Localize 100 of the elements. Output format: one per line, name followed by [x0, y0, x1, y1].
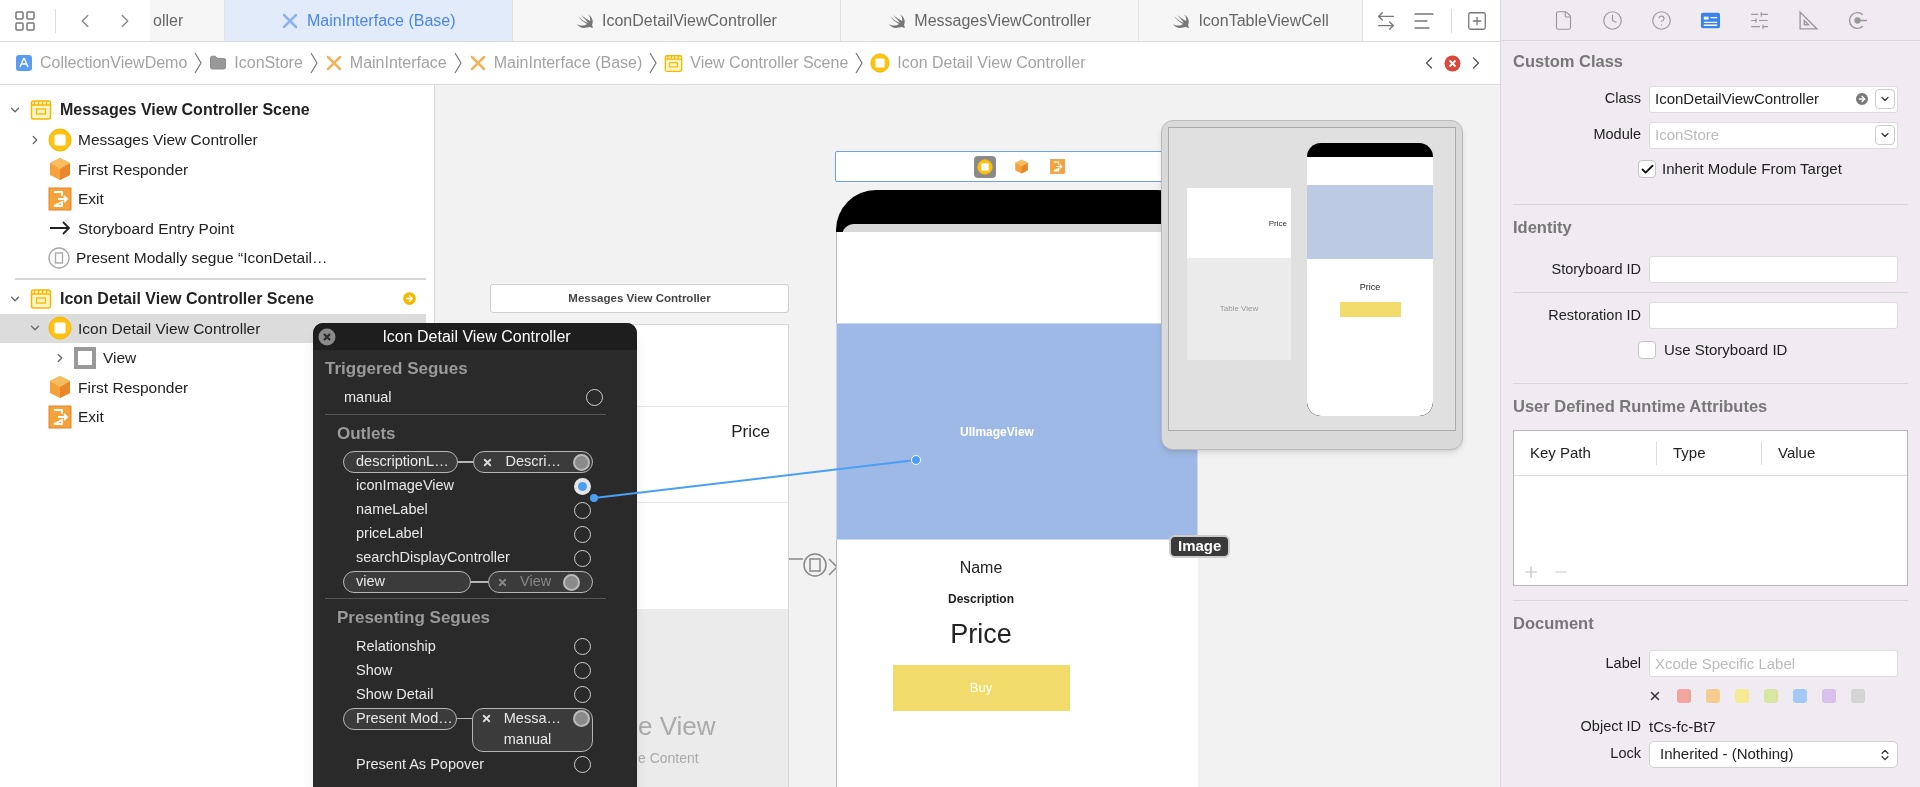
color-swatch[interactable] — [1706, 689, 1720, 703]
outline-label: Messages View Controller — [78, 130, 258, 151]
separator-icon — [309, 52, 318, 74]
file-inspector-icon[interactable] — [1553, 9, 1574, 31]
close-icon[interactable] — [318, 327, 336, 346]
swift-bird-icon — [576, 12, 594, 29]
lock-popup-button[interactable]: Inherited - (Nothing) — [1649, 741, 1898, 768]
outline-row[interactable]: First Responder — [0, 154, 426, 184]
section-heading: Outlets — [336, 422, 397, 445]
target-pill[interactable]: Descri… — [473, 451, 593, 473]
connected-socket[interactable] — [573, 710, 590, 727]
dock-item[interactable] — [974, 155, 996, 178]
connected-socket[interactable] — [563, 573, 581, 591]
storyboard-icon — [324, 54, 343, 72]
target-label: View — [520, 572, 552, 592]
section-heading: Identity — [1513, 217, 1573, 239]
scene-title: Icon Detail View Controller Scene — [60, 288, 315, 309]
minimap-price: Price — [1359, 280, 1381, 294]
scene-icon — [30, 287, 52, 310]
class-field[interactable]: IconDetailViewController — [1649, 85, 1898, 113]
editor-tab[interactable]: oller — [150, 0, 225, 41]
swap-icon[interactable] — [1375, 9, 1397, 32]
editor-tab[interactable]: IconTableViewCell — [1139, 0, 1363, 41]
dropdown-icon[interactable] — [1875, 125, 1895, 146]
column-header[interactable]: Value — [1761, 442, 1907, 465]
source-pill[interactable]: descriptionL… — [343, 451, 459, 473]
section-heading: Document — [1513, 613, 1595, 635]
remove-icon[interactable] — [482, 456, 494, 468]
attributes-inspector-icon[interactable] — [1749, 9, 1770, 31]
active-socket[interactable] — [574, 477, 591, 495]
section-heading: Triggered Segues — [324, 358, 469, 380]
outline-row[interactable]: Storyboard Entry Point — [0, 213, 426, 243]
outline-label: Storyboard Entry Point — [78, 218, 234, 239]
view-controller-icon — [48, 127, 72, 152]
connection-label: Show Detail — [356, 684, 435, 704]
color-swatch[interactable] — [1793, 689, 1807, 703]
field-label: Storyboard ID — [1550, 259, 1641, 279]
color-swatch[interactable] — [1822, 689, 1836, 703]
cross-icon[interactable] — [1648, 689, 1662, 703]
history-inspector-icon[interactable] — [1602, 9, 1623, 31]
remove-icon[interactable] — [480, 713, 492, 724]
field-label: Label — [1604, 653, 1641, 673]
outline-row[interactable]: Present Modally segue “IconDetail… — [0, 243, 426, 273]
outline-row[interactable]: Exit — [0, 184, 426, 214]
outline-label: Icon Detail View Controller — [78, 318, 261, 339]
outline-label: Present Modally segue “IconDetail… — [76, 248, 328, 269]
minimap-table-title: Table View — [1219, 303, 1259, 315]
storyboard-icon — [468, 54, 487, 72]
name-label: Name — [959, 558, 1003, 578]
source-pill[interactable]: Present Mod… — [343, 707, 457, 730]
checkbox[interactable] — [1638, 160, 1656, 178]
view-icon — [73, 345, 97, 370]
checkbox[interactable] — [1638, 341, 1656, 360]
scene-icon — [664, 53, 684, 73]
column-header[interactable]: Type — [1656, 442, 1761, 465]
color-swatch[interactable] — [1851, 689, 1865, 703]
color-swatch[interactable] — [1764, 689, 1778, 703]
separator-icon — [649, 52, 658, 74]
add-editor-icon[interactable] — [1466, 9, 1488, 32]
separator-icon — [194, 52, 203, 74]
cube-icon — [48, 375, 72, 400]
column-header[interactable]: Key Path — [1514, 442, 1656, 465]
target-detail: manual — [502, 729, 553, 749]
label-field[interactable]: Xcode Specific Label — [1649, 650, 1898, 677]
restoration-id-field[interactable] — [1649, 302, 1898, 329]
go-to-icon[interactable] — [1854, 91, 1870, 108]
view-controller-icon — [48, 316, 72, 341]
swift-bird-icon — [888, 12, 907, 29]
color-swatch[interactable] — [1735, 689, 1749, 703]
color-swatch[interactable] — [1677, 689, 1691, 703]
connection-label: Show — [356, 660, 394, 680]
section-heading: User Defined Runtime Attributes — [1513, 395, 1769, 417]
storyboard-icon — [281, 11, 299, 30]
connections-inspector-icon[interactable] — [1847, 9, 1868, 31]
separator-icon — [855, 52, 864, 74]
arrow-icon — [48, 220, 72, 237]
source-pill[interactable]: view — [343, 571, 471, 593]
target-pill[interactable]: Messa… manual — [471, 707, 593, 752]
editor-tab[interactable]: MessagesViewController — [841, 0, 1140, 41]
outline-row[interactable]: Messages View Controller — [0, 125, 426, 155]
table-view-title: e View — [638, 710, 716, 743]
field-label: Object ID — [1579, 717, 1641, 737]
exit-icon — [1049, 159, 1065, 174]
minimap-price: Price — [1268, 218, 1287, 230]
size-inspector-icon[interactable] — [1798, 9, 1819, 31]
storyboard-id-field[interactable] — [1649, 256, 1898, 283]
help-inspector-icon[interactable] — [1651, 9, 1672, 31]
description-label: Description — [948, 591, 1014, 608]
grid-icon[interactable] — [13, 8, 37, 33]
app-icon — [15, 54, 33, 72]
error-icon[interactable] — [1444, 54, 1461, 72]
segue-icon — [48, 246, 70, 269]
connected-socket[interactable] — [573, 453, 590, 471]
dropdown-icon[interactable] — [1875, 89, 1895, 110]
editor-tab[interactable]: IconDetailViewController — [512, 0, 841, 41]
view-controller-icon — [870, 53, 891, 73]
cube-icon — [1013, 159, 1029, 174]
connection-label: searchDisplayController — [356, 548, 511, 568]
scene-title-bar[interactable]: Messages View Controller — [490, 284, 789, 313]
view-controller-icon — [977, 158, 993, 175]
